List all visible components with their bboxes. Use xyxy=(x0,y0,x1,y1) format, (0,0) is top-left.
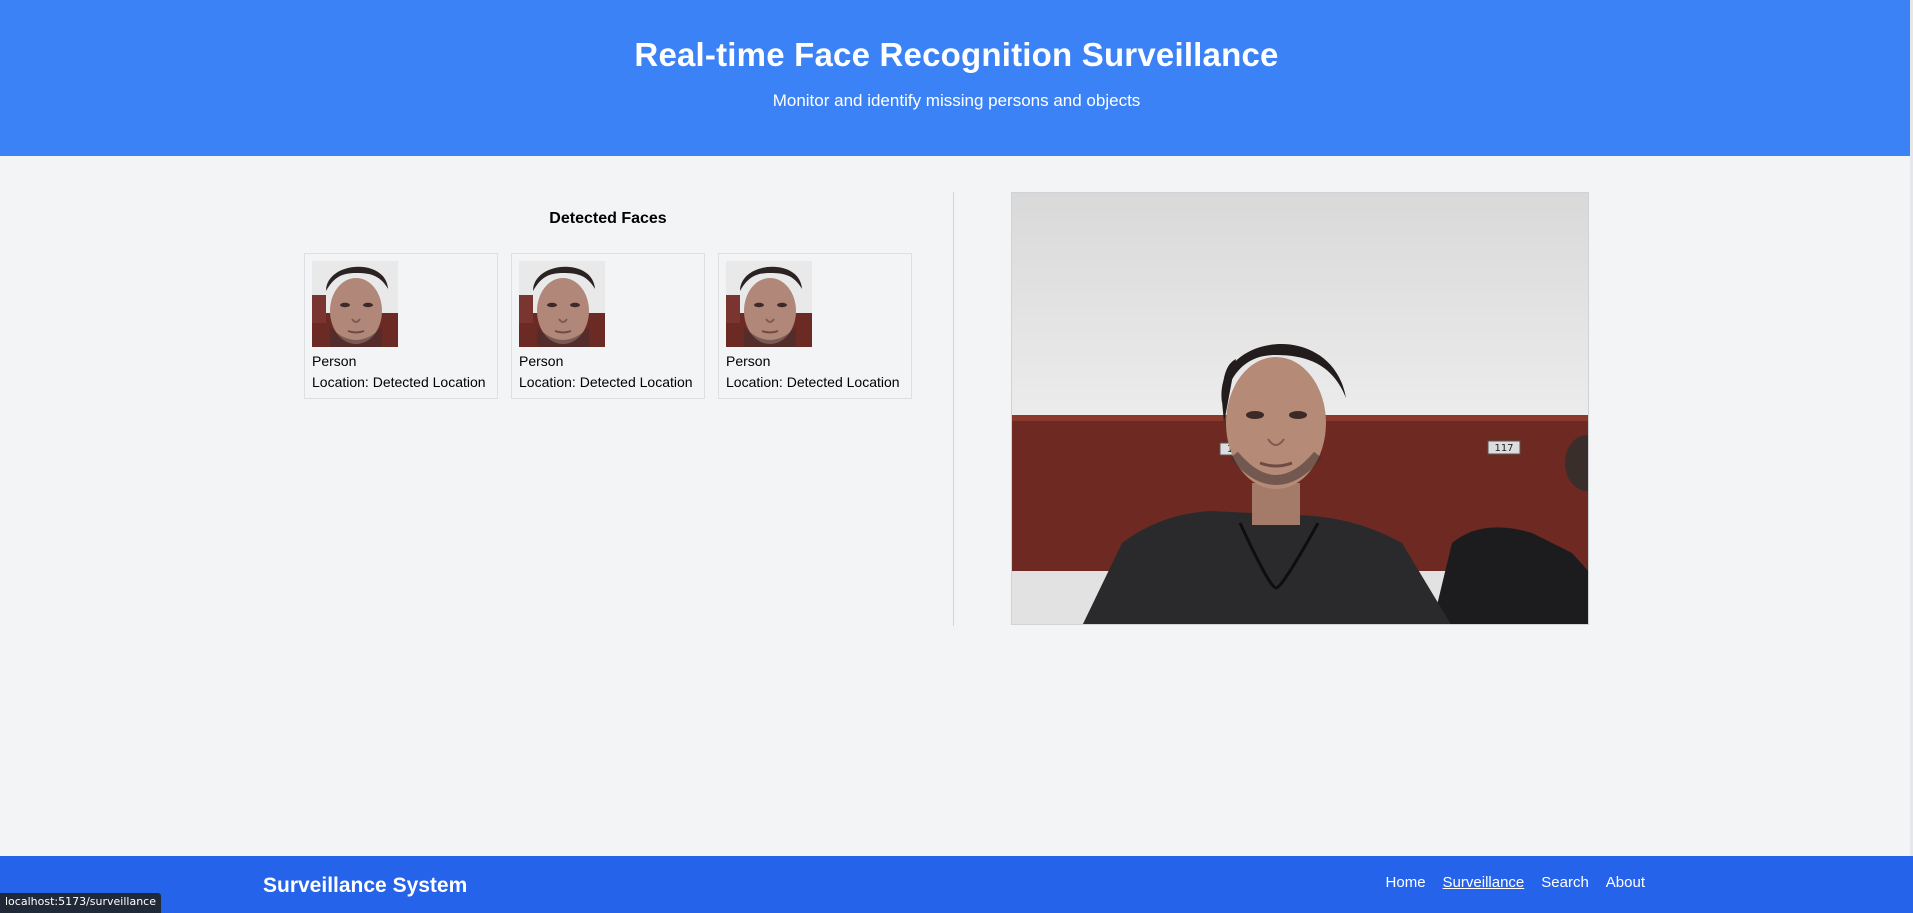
face-location: Location: Detected Location xyxy=(726,374,900,390)
status-bar-url: localhost:5173/surveillance xyxy=(0,893,161,913)
footer-brand[interactable]: Surveillance System xyxy=(263,874,467,898)
face-location: Location: Detected Location xyxy=(312,374,486,390)
face-name: Person xyxy=(519,353,564,369)
face-card[interactable]: Person Location: Detected Location xyxy=(718,253,912,399)
face-location: Location: Detected Location xyxy=(519,374,693,390)
face-card[interactable]: Person Location: Detected Location xyxy=(511,253,705,399)
page-title: Real-time Face Recognition Surveillance xyxy=(634,36,1279,73)
face-thumbnail xyxy=(519,261,605,347)
page-header: Real-time Face Recognition Surveillance … xyxy=(0,0,1913,156)
seat-label: 117 xyxy=(1494,443,1513,454)
nav-link-home[interactable]: Home xyxy=(1386,874,1426,891)
panel-divider xyxy=(953,192,954,626)
face-thumbnail xyxy=(312,261,398,347)
face-card[interactable]: Person Location: Detected Location xyxy=(304,253,498,399)
face-thumbnail xyxy=(726,261,812,347)
nav-link-search[interactable]: Search xyxy=(1541,874,1589,891)
nav-link-about[interactable]: About xyxy=(1606,874,1645,891)
camera-feed: 1 117 xyxy=(1011,192,1589,625)
detected-faces-title: Detected Faces xyxy=(549,210,667,227)
page-subtitle: Monitor and identify missing persons and… xyxy=(772,91,1141,110)
face-name: Person xyxy=(726,353,771,369)
face-name: Person xyxy=(312,353,357,369)
site-footer: Surveillance System Home Surveillance Se… xyxy=(0,856,1913,913)
footer-nav: Home Surveillance Search About xyxy=(1386,874,1645,891)
nav-link-surveillance[interactable]: Surveillance xyxy=(1443,874,1525,891)
